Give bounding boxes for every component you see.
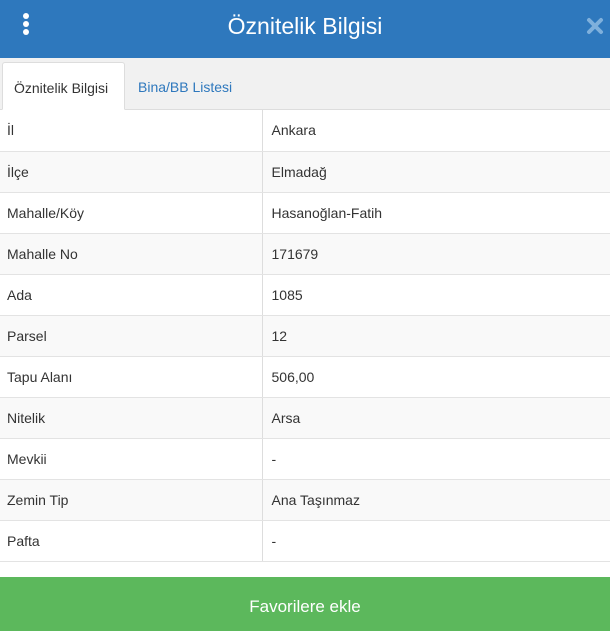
table-row: Mevkii - bbox=[0, 438, 610, 480]
panel-header: Öznitelik Bilgisi bbox=[0, 0, 610, 58]
attribute-key: Mahalle No bbox=[0, 233, 263, 275]
attribute-value: Ankara bbox=[262, 110, 610, 152]
attribute-key: Pafta bbox=[0, 520, 263, 562]
table-row: Mahalle/Köy Hasanoğlan-Fatih bbox=[0, 192, 610, 234]
table-row: İl Ankara bbox=[0, 110, 610, 152]
table-row: Pafta - bbox=[0, 520, 610, 562]
add-to-favorites-button[interactable]: Favorilere ekle bbox=[0, 577, 610, 631]
attribute-key: Mahalle/Köy bbox=[0, 192, 263, 234]
tab-bar: Öznitelik Bilgisi Bina/BB Listesi bbox=[0, 58, 610, 110]
attribute-key: Zemin Tip bbox=[0, 479, 263, 521]
close-icon[interactable] bbox=[586, 17, 604, 35]
attribute-info-panel: Öznitelik Bilgisi Öznitelik Bilgisi Bina… bbox=[0, 0, 610, 631]
attribute-value: 506,00 bbox=[262, 356, 610, 398]
table-row: Ada 1085 bbox=[0, 274, 610, 316]
tab-building-list[interactable]: Bina/BB Listesi bbox=[127, 62, 243, 109]
tab-attribute-info[interactable]: Öznitelik Bilgisi bbox=[2, 62, 125, 110]
attribute-value: 12 bbox=[262, 315, 610, 357]
attribute-key: Mevkii bbox=[0, 438, 263, 480]
attribute-value: - bbox=[262, 520, 610, 562]
attribute-value: Ana Taşınmaz bbox=[262, 479, 610, 521]
attribute-value: Arsa bbox=[262, 397, 610, 439]
attribute-key: Parsel bbox=[0, 315, 263, 357]
table-row: Nitelik Arsa bbox=[0, 397, 610, 439]
attribute-key: Tapu Alanı bbox=[0, 356, 263, 398]
attribute-value: 171679 bbox=[262, 233, 610, 275]
attribute-key: Ada bbox=[0, 274, 263, 316]
attribute-value: Elmadağ bbox=[262, 151, 610, 193]
attribute-key: İlçe bbox=[0, 151, 263, 193]
attribute-table: İl Ankara İlçe Elmadağ Mahalle/Köy Hasanoğlan… bbox=[0, 110, 610, 562]
attribute-value: - bbox=[262, 438, 610, 480]
attribute-key: Nitelik bbox=[0, 397, 263, 439]
table-row: Parsel 12 bbox=[0, 315, 610, 357]
table-row: Tapu Alanı 506,00 bbox=[0, 356, 610, 398]
table-row: Mahalle No 171679 bbox=[0, 233, 610, 275]
attribute-value: 1085 bbox=[262, 274, 610, 316]
panel-title: Öznitelik Bilgisi bbox=[227, 13, 383, 39]
attribute-value: Hasanoğlan-Fatih bbox=[262, 192, 610, 234]
attribute-key: İl bbox=[0, 110, 263, 152]
table-row: Zemin Tip Ana Taşınmaz bbox=[0, 479, 610, 521]
table-row: İlçe Elmadağ bbox=[0, 151, 610, 193]
